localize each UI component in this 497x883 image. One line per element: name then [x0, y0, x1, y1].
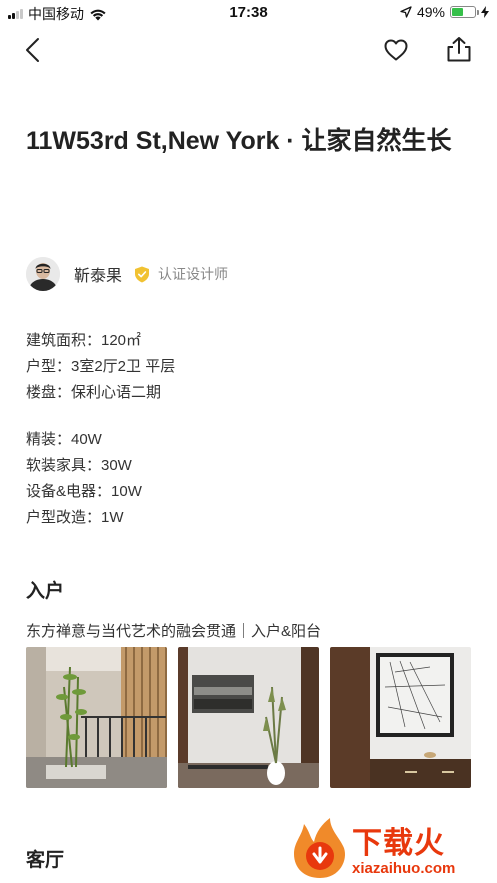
section-title-entry: 入户	[26, 581, 65, 602]
spec-furnishing: 软装家具：30W	[26, 457, 132, 474]
flame-logo-icon	[294, 818, 345, 878]
specs-cost: 精装：40W 软装家具：30W 设备&电器：10W 户型改造：1W	[26, 427, 142, 531]
battery-fill	[452, 8, 463, 16]
nav-bar	[0, 32, 497, 68]
back-icon[interactable]	[20, 36, 48, 64]
avatar-image	[26, 257, 60, 291]
status-right: 49%	[400, 4, 489, 20]
photo-gallery	[26, 647, 471, 788]
photo-entry-painting[interactable]	[178, 647, 319, 788]
watermark: 下载火 xiazaihuo.com	[290, 816, 497, 883]
battery-icon	[450, 6, 479, 18]
section-title-living-room: 客厅	[26, 850, 65, 871]
section-subtitle-entry: 东方禅意与当代艺术的融会贯通｜入户&阳台	[26, 623, 322, 640]
heart-icon[interactable]	[382, 36, 410, 64]
charging-icon	[481, 6, 489, 18]
author-name[interactable]: 靳泰果	[74, 262, 122, 286]
verified-designer-label: 认证设计师	[158, 266, 229, 282]
specs-basic: 建筑面积：120㎡ 户型：3室2厅2卫 平层 楼盘：保利心语二期	[26, 328, 175, 406]
spec-layout: 户型：3室2厅2卫 平层	[26, 358, 176, 375]
share-icon[interactable]	[445, 35, 473, 63]
verified-badge-icon	[135, 266, 150, 282]
avatar[interactable]	[26, 257, 60, 291]
article-title: 11W53rd St,New York · 让家自然生长	[26, 127, 452, 155]
spec-hardcover: 精装：40W	[26, 431, 102, 448]
page: 中国移动 17:38 49% 11W53rd St,New York · 让家自…	[0, 0, 497, 883]
photo-entry-map[interactable]	[330, 647, 471, 788]
status-bar: 中国移动 17:38 49%	[0, 0, 497, 26]
location-icon	[400, 6, 412, 18]
spec-area: 建筑面积：120㎡	[26, 332, 142, 349]
watermark-url: xiazaihuo.com	[352, 860, 456, 877]
spec-property: 楼盘：保利心语二期	[26, 384, 162, 401]
spec-appliances: 设备&电器：10W	[26, 483, 142, 500]
author-row[interactable]: 靳泰果 认证设计师	[26, 256, 228, 292]
photo-balcony[interactable]	[26, 647, 167, 788]
spec-renovation: 户型改造：1W	[26, 509, 124, 526]
battery-percent: 49%	[416, 4, 445, 20]
watermark-text: 下载火	[352, 827, 445, 860]
